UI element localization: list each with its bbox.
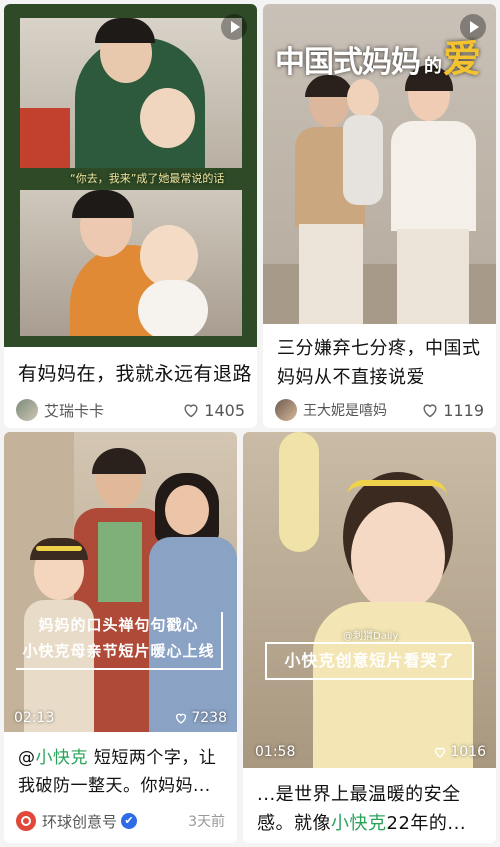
card-thumbnail[interactable]: “你去，我来”成了她最常说的话 [4, 4, 257, 347]
feed-card-3[interactable]: 妈妈的口头禅句句戳心 小快克母亲节短片暖心上线 02:13 7238 @小快克 … [4, 432, 237, 843]
feed-card-1[interactable]: “你去，我来”成了她最常说的话 有妈妈在，我就永远有退路 艾瑞卡卡 1405 [4, 4, 257, 428]
brand-mention-link[interactable]: 小快克 [331, 813, 387, 834]
feed-card-4[interactable]: @刺猬Daily 小快克创意短片看哭了 01:58 1016 ...是世界上最温… [243, 432, 496, 843]
video-duration: 02:13 [14, 710, 55, 726]
photo-mother-and-baby [20, 190, 242, 336]
photo-mother-feeding-child [20, 18, 242, 168]
avatar[interactable] [16, 811, 36, 831]
video-likes: 1016 [433, 744, 486, 760]
author-name[interactable]: 王大妮是嘻妈 [303, 400, 421, 420]
video-duration: 01:58 [255, 744, 296, 760]
photo-young-mother [383, 65, 483, 324]
like-count: 1119 [443, 400, 484, 420]
brand-mention-link[interactable]: 小快克 [36, 748, 89, 768]
card-caption[interactable]: 三分嫌弃七分疼，中国式妈妈从不直接说爱 [277, 334, 486, 392]
video-likes: 7238 [174, 710, 227, 726]
verified-badge-icon: ✔ [121, 813, 138, 829]
heart-icon [176, 713, 187, 724]
heart-icon [423, 404, 437, 418]
heart-icon [184, 404, 198, 418]
video-overlay-title: 妈妈的口头禅句句戳心 小快克母亲节短片暖心上线 [16, 612, 223, 670]
like-count: 1405 [204, 400, 245, 420]
video-overlay-title: 小快克创意短片看哭了 [265, 642, 474, 680]
card-thumbnail[interactable]: @刺猬Daily 小快克创意短片看哭了 01:58 1016 [243, 432, 496, 768]
card-caption[interactable]: @小快克 短短两个字，让我破防一整天。你妈妈... [18, 744, 227, 800]
card-thumbnail[interactable]: 妈妈的口头禅句句戳心 小快克母亲节短片暖心上线 02:13 7238 [4, 432, 237, 732]
card-thumbnail[interactable]: 中国式妈妈 的爱 [263, 4, 496, 324]
video-title-text: 中国式妈妈 的爱 [275, 36, 481, 81]
photo-child [343, 79, 383, 259]
card-meta: 艾瑞卡卡 1405 [16, 399, 245, 421]
play-icon[interactable] [460, 14, 486, 40]
play-icon[interactable] [221, 14, 247, 40]
like-button[interactable]: 1405 [182, 401, 245, 420]
feed-card-2[interactable]: 中国式妈妈 的爱 三分嫌弃七分疼，中国式妈妈从不直接说爱 王大妮是嘻妈 1119 [263, 4, 496, 428]
watermark: @刺猬Daily [343, 631, 399, 642]
heart-icon [435, 747, 446, 758]
photo-mother [149, 473, 237, 732]
author-name[interactable]: 艾瑞卡卡 [44, 400, 182, 421]
card-caption[interactable]: 有妈妈在，我就永远有退路 [18, 360, 252, 389]
card-meta: 王大妮是嘻妈 1119 [275, 399, 484, 421]
like-button[interactable]: 1119 [421, 401, 484, 420]
card-caption[interactable]: ...是世界上最温暖的安全感。就像小快克22年的... [257, 780, 486, 838]
photo-subtitle: “你去，我来”成了她最常说的话 [70, 172, 225, 185]
card-meta: 环球创意号 ✔ 3天前 [16, 810, 225, 832]
post-time: 3天前 [188, 814, 225, 830]
avatar[interactable] [16, 399, 38, 421]
photo-smiling-girl [273, 432, 473, 768]
avatar[interactable] [275, 399, 297, 421]
author-name[interactable]: 环球创意号 [42, 811, 117, 832]
